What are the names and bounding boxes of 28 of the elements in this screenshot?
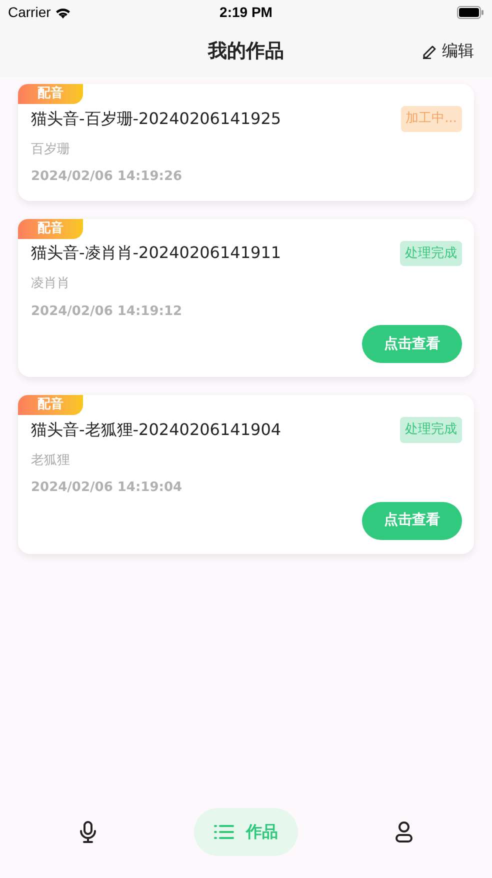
dubbing-tag: 配音 (18, 395, 83, 415)
created-time: 2024/02/06 14:19:04 (30, 479, 184, 497)
carrier-text: Carrier (8, 3, 51, 22)
status-label: 处理完成 (400, 240, 462, 266)
work-title: 猫头音-老狐狸-20240206141904 (31, 418, 282, 441)
voice-name: 凌肖肖 (30, 275, 71, 293)
work-card[interactable]: 配音 猫头音-老狐狸-20240206141904 处理完成 老狐狸 2024/02/06 14:19:04 点击查看 (18, 395, 474, 554)
wifi-icon (54, 6, 71, 18)
created-time: 2024/02/06 14:19:26 (30, 168, 184, 186)
work-title: 猫头音-凌肖肖-20240206141911 (31, 242, 282, 264)
status-label: 加工中... (400, 106, 462, 132)
clock-text: 2:19 PM (220, 3, 272, 22)
list-icon (214, 824, 234, 840)
status-label: 处理完成 (400, 417, 462, 442)
work-card[interactable]: 配音 猫头音-百岁珊-20240206141925 加工中... 百岁珊 2024/02/06 14:19:26 (18, 84, 474, 200)
voice-name: 百岁珊 (30, 140, 71, 158)
user-icon (395, 821, 413, 843)
dubbing-tag: 配音 (18, 84, 83, 104)
edit-button[interactable]: 编辑 (422, 39, 474, 63)
microphone-icon (79, 821, 97, 843)
created-time: 2024/02/06 14:19:12 (30, 302, 184, 320)
work-card[interactable]: 配音 猫头音-凌肖肖-20240206141911 处理完成 凌肖肖 2024/02/06 14:19:12 点击查看 (18, 218, 474, 377)
work-title: 猫头音-百岁珊-20240206141925 (31, 108, 282, 130)
voice-name: 老狐狸 (30, 452, 71, 470)
battery-icon (457, 6, 484, 19)
page-title: 我的作品 (208, 38, 284, 64)
dubbing-tag: 配音 (18, 218, 83, 238)
pencil-icon (422, 43, 438, 59)
